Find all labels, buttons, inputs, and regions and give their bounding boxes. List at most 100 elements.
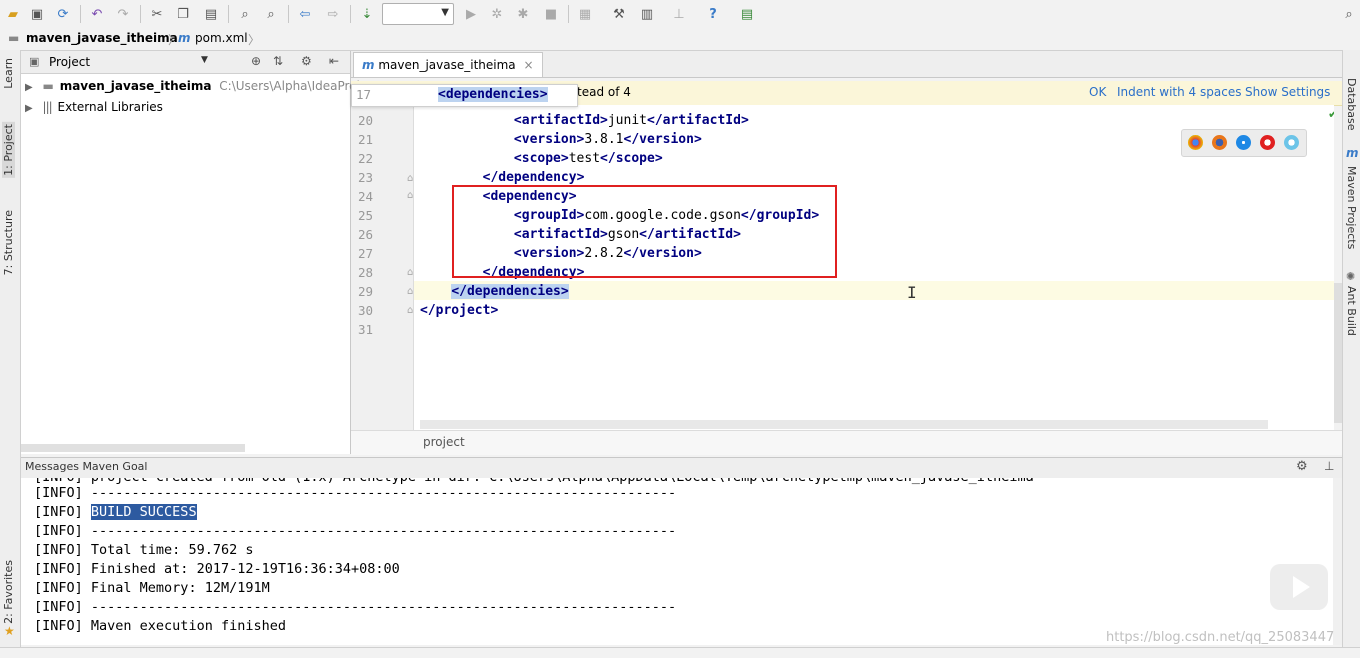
database-tool-tab[interactable]: Database bbox=[1345, 78, 1358, 131]
maven-file-icon: m bbox=[362, 58, 375, 72]
cut-icon[interactable]: ✂ bbox=[148, 5, 166, 23]
tree-root-name: maven_javase_itheima bbox=[59, 79, 212, 93]
ant-build-icon: ✺ bbox=[1346, 270, 1356, 283]
project-tool-tab[interactable]: 1: Project bbox=[2, 122, 15, 178]
breadcrumb-file[interactable]: pom.xml bbox=[195, 31, 248, 45]
gear-icon[interactable]: ⚙ bbox=[301, 54, 312, 68]
line-number: 22 bbox=[357, 151, 373, 166]
run-config-select[interactable]: ▼ bbox=[382, 3, 454, 25]
chevron-right-icon: ▶ bbox=[25, 82, 33, 93]
sticky-tag: <dependencies> bbox=[438, 87, 548, 102]
banner-ok-link[interactable]: OK bbox=[1089, 85, 1106, 99]
video-play-button[interactable] bbox=[1270, 564, 1328, 610]
project-panel: ▣ Project ▼ ⊕ ⇅ ⚙ ⇤ ▶ ▬ maven_javase_ith… bbox=[21, 51, 367, 454]
chrome-icon[interactable] bbox=[1188, 135, 1203, 150]
editor-vscroll[interactable] bbox=[1334, 283, 1342, 423]
view-dropdown-icon[interactable]: ▼ bbox=[201, 55, 208, 65]
sdk-icon[interactable]: ▥ bbox=[638, 5, 656, 23]
banner-show-settings-link[interactable]: Show Settings bbox=[1245, 85, 1330, 99]
code-line-21: <version>3.8.1</version> bbox=[513, 132, 702, 147]
line-number: 26 bbox=[357, 227, 373, 242]
settings-icon[interactable]: ⚒ bbox=[610, 5, 628, 23]
hide-panel-icon[interactable]: ⊥ bbox=[1324, 459, 1334, 473]
scroll-from-source-icon[interactable]: ⊕ bbox=[251, 54, 261, 68]
editor-hscroll[interactable] bbox=[420, 420, 1268, 429]
fold-marker-icon[interactable]: ⌂ bbox=[407, 173, 413, 184]
console-line-build-success: [INFO] BUILD SUCCESS bbox=[34, 504, 197, 520]
banner-indent-link[interactable]: Indent with 4 spaces bbox=[1117, 85, 1241, 99]
project-structure-icon[interactable]: ▦ bbox=[576, 5, 594, 23]
open-folder-icon[interactable]: ▰ bbox=[4, 5, 22, 23]
highlight-annotation-box bbox=[452, 185, 837, 278]
paste-icon[interactable]: ▤ bbox=[202, 5, 220, 23]
redo-icon[interactable]: ↷ bbox=[114, 5, 132, 23]
debug-icon[interactable]: ✲ bbox=[488, 5, 506, 23]
search-icon[interactable]: ⌕ bbox=[1340, 5, 1358, 23]
fold-marker-icon[interactable]: ⌂ bbox=[407, 305, 413, 316]
save-icon[interactable]: ▣ bbox=[28, 5, 46, 23]
undo-icon[interactable]: ↶ bbox=[88, 5, 106, 23]
status-bar bbox=[0, 647, 1360, 658]
maven-file-icon: m bbox=[178, 31, 191, 45]
tree-item-external-libraries[interactable]: ▶ ||| External Libraries bbox=[25, 97, 163, 117]
messages-panel-header: Messages Maven Goal ⚙ ⊥ bbox=[21, 457, 1342, 479]
forward-icon[interactable]: ⇨ bbox=[324, 5, 342, 23]
messages-panel-title: Messages Maven Goal bbox=[25, 460, 148, 473]
tree-item-root[interactable]: ▶ ▬ maven_javase_itheima C:\Users\Alpha\… bbox=[25, 76, 367, 96]
navigation-bar: ▬ maven_javase_itheima 〉 m pom.xml 〉 bbox=[0, 28, 1360, 51]
console-vscroll[interactable] bbox=[1333, 478, 1342, 645]
collapse-all-icon[interactable]: ⇅ bbox=[273, 54, 283, 68]
ant-icon[interactable]: ⊥ bbox=[670, 5, 688, 23]
stop-icon[interactable]: ■ bbox=[542, 5, 560, 23]
editor-breadcrumb-footer: project bbox=[351, 430, 1342, 455]
opera-icon[interactable] bbox=[1260, 135, 1275, 150]
gear-icon[interactable]: ⚙ bbox=[1296, 459, 1308, 474]
ie-icon[interactable] bbox=[1284, 135, 1299, 150]
project-view-icon: ▣ bbox=[29, 55, 40, 68]
main-toolbar: ▰ ▣ ⟳ ↶ ↷ ✂ ❐ ▤ ⌕ ⌕ ⇦ ⇨ ⇣ ▼ ▶ ✲ ✱ ■ ▦ ⚒ … bbox=[0, 0, 1360, 29]
help-icon[interactable]: ? bbox=[704, 5, 722, 23]
replace-icon[interactable]: ⌕ bbox=[262, 5, 280, 23]
favorites-tool-tab[interactable]: 2: Favorites bbox=[2, 560, 15, 624]
maven-console-output[interactable]: [INFO] project created from Old (1.x) Ar… bbox=[21, 478, 1333, 645]
run-icon[interactable]: ▶ bbox=[462, 5, 480, 23]
text-cursor-icon: I bbox=[907, 283, 917, 302]
console-line: [INFO] Final Memory: 12M/191M bbox=[34, 580, 270, 596]
firefox-icon[interactable] bbox=[1212, 135, 1227, 150]
find-icon[interactable]: ⌕ bbox=[236, 5, 254, 23]
console-line: [INFO] Total time: 59.762 s bbox=[34, 542, 254, 558]
project-panel-title[interactable]: Project bbox=[49, 55, 90, 69]
tree-external-libraries-label: External Libraries bbox=[57, 100, 163, 114]
code-line-29: </dependencies> bbox=[451, 284, 569, 299]
close-icon[interactable]: × bbox=[524, 58, 534, 72]
tree-root-path: C:\Users\Alpha\IdeaProje bbox=[219, 79, 368, 93]
sync-icon[interactable]: ⟳ bbox=[54, 5, 72, 23]
play-icon bbox=[1293, 576, 1310, 598]
copy-icon[interactable]: ❐ bbox=[174, 5, 192, 23]
editor-gutter: 20 21 22 23 24 25 26 27 28 29 30 31 ⌂ ⌂ … bbox=[351, 105, 438, 430]
hide-panel-icon[interactable]: ⇤ bbox=[329, 54, 339, 68]
terminal-icon[interactable]: ▤ bbox=[738, 5, 756, 23]
sticky-scope-header[interactable]: 17 <dependencies> bbox=[351, 84, 578, 107]
tab-pom-xml[interactable]: m maven_javase_itheima × bbox=[353, 52, 543, 77]
line-number: 31 bbox=[357, 322, 373, 337]
structure-tool-tab[interactable]: 7: Structure bbox=[2, 210, 15, 275]
code-line-20: <artifactId>junit</artifactId> bbox=[513, 113, 749, 128]
breadcrumb-project[interactable]: maven_javase_itheima bbox=[26, 31, 178, 45]
make-icon[interactable]: ⇣ bbox=[358, 5, 376, 23]
console-line: [INFO] ---------------------------------… bbox=[34, 485, 677, 501]
line-number: 25 bbox=[357, 208, 373, 223]
project-panel-hscroll[interactable] bbox=[21, 444, 245, 452]
back-icon[interactable]: ⇦ bbox=[296, 5, 314, 23]
safari-icon[interactable] bbox=[1236, 135, 1251, 150]
footer-breadcrumb-project[interactable]: project bbox=[423, 435, 465, 449]
learn-tool-tab[interactable]: Learn bbox=[2, 58, 15, 89]
coverage-icon[interactable]: ✱ bbox=[514, 5, 532, 23]
line-number: 30 bbox=[357, 303, 373, 318]
project-panel-header: ▣ Project ▼ ⊕ ⇅ ⚙ ⇤ bbox=[21, 51, 350, 74]
maven-projects-tool-tab[interactable]: Maven Projects bbox=[1345, 166, 1358, 249]
fold-marker-icon[interactable]: ⌂ bbox=[407, 267, 413, 278]
fold-marker-icon[interactable]: ⌂ bbox=[407, 190, 413, 201]
ant-build-tool-tab[interactable]: Ant Build bbox=[1345, 286, 1358, 336]
fold-marker-icon[interactable]: ⌂ bbox=[407, 286, 413, 297]
